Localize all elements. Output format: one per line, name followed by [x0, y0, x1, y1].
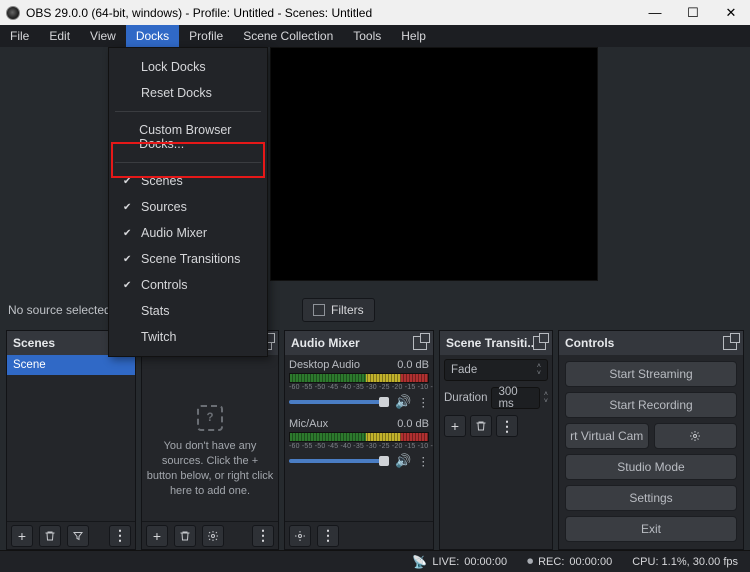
transition-select[interactable]: Fade˄˅	[444, 359, 548, 381]
meter-ticks: -60 -55 -50 -45 -40 -35 -30 -25 -20 -15 …	[289, 384, 429, 391]
remove-transition-button[interactable]	[470, 415, 492, 437]
dropdown-custom-browser-docks[interactable]: Custom Browser Docks...	[109, 117, 267, 157]
remove-scene-button[interactable]	[39, 525, 61, 547]
mixer-channel-desktop: Desktop Audio 0.0 dB -60 -55 -50 -45 -40 …	[289, 359, 429, 410]
audio-mixer-dock: Audio Mixer Desktop Audio 0.0 dB -60 -55 …	[284, 330, 434, 550]
volume-slider[interactable]	[289, 459, 389, 463]
menu-tools[interactable]: Tools	[343, 25, 391, 47]
menu-docks[interactable]: Docks	[126, 25, 179, 47]
scene-transitions-dock: Scene Transiti... Fade˄˅ Duration 300 ms…	[439, 330, 553, 550]
status-live: 📡 LIVE: 00:00:00	[412, 555, 507, 569]
menu-profile[interactable]: Profile	[179, 25, 233, 47]
dropdown-lock-docks[interactable]: Lock Docks	[109, 54, 267, 80]
menubar: File Edit View Docks Profile Scene Colle…	[0, 25, 750, 47]
meter-ticks: -60 -55 -50 -45 -40 -35 -30 -25 -20 -15 …	[289, 443, 429, 450]
volume-slider[interactable]	[289, 400, 389, 404]
status-rec: ⏺ REC: 00:00:00	[527, 554, 612, 569]
no-source-label: No source selected	[8, 303, 108, 317]
mixer-more-button[interactable]: ⋮	[317, 525, 339, 547]
scenes-dock: Scenes Scene + ⋮	[6, 330, 136, 550]
virtual-cam-settings-button[interactable]	[654, 423, 738, 449]
window-titlebar: OBS 29.0.0 (64-bit, windows) - Profile: …	[0, 0, 750, 25]
preview-canvas[interactable]	[270, 47, 598, 281]
close-button[interactable]: ✕	[712, 0, 750, 25]
menu-help[interactable]: Help	[391, 25, 436, 47]
source-more-button[interactable]: ⋮	[252, 525, 274, 547]
separator	[115, 162, 261, 163]
sources-dock: Sources ? You don't have any sources. Cl…	[141, 330, 279, 550]
start-recording-button[interactable]: Start Recording	[565, 392, 737, 418]
transition-more-button[interactable]: ⋮	[496, 415, 518, 437]
start-streaming-button[interactable]: Start Streaming	[565, 361, 737, 387]
channel-db: 0.0 dB	[397, 359, 429, 371]
dropdown-sources[interactable]: ✔Sources	[109, 194, 267, 220]
status-cpu: CPU: 1.1%, 30.00 fps	[632, 556, 738, 568]
channel-more-button[interactable]: ⋮	[418, 454, 430, 468]
maximize-button[interactable]: ☐	[674, 0, 712, 25]
popout-icon[interactable]	[413, 336, 427, 350]
filters-button[interactable]: Filters	[302, 298, 375, 322]
app-icon	[6, 6, 20, 20]
exit-button[interactable]: Exit	[565, 516, 737, 542]
sources-placeholder-text: You don't have any sources. Click the + …	[146, 439, 274, 498]
scenes-title: Scenes	[13, 336, 55, 350]
settings-button[interactable]: Settings	[565, 485, 737, 511]
controls-title: Controls	[565, 336, 614, 350]
dropdown-reset-docks[interactable]: Reset Docks	[109, 80, 267, 106]
record-icon: ⏺	[527, 554, 533, 569]
remove-source-button[interactable]	[174, 525, 196, 547]
add-transition-button[interactable]: +	[444, 415, 466, 437]
duration-input[interactable]: 300 ms	[491, 387, 539, 409]
popout-icon[interactable]	[723, 336, 737, 350]
menu-file[interactable]: File	[0, 25, 39, 47]
broadcast-icon: 📡	[412, 555, 427, 569]
docks-dropdown: Lock Docks Reset Docks Custom Browser Do…	[108, 47, 268, 357]
channel-name: Desktop Audio	[289, 359, 360, 371]
placeholder-icon: ?	[197, 405, 223, 431]
dropdown-controls[interactable]: ✔Controls	[109, 272, 267, 298]
menu-edit[interactable]: Edit	[39, 25, 80, 47]
mixer-settings-button[interactable]	[289, 525, 311, 547]
separator	[115, 111, 261, 112]
minimize-button[interactable]: —	[636, 0, 674, 25]
virtual-cam-button[interactable]: rt Virtual Cam	[565, 423, 649, 449]
dropdown-twitch[interactable]: Twitch	[109, 324, 267, 350]
channel-name: Mic/Aux	[289, 418, 328, 430]
studio-mode-button[interactable]: Studio Mode	[565, 454, 737, 480]
dropdown-audio-mixer[interactable]: ✔Audio Mixer	[109, 220, 267, 246]
source-properties-button[interactable]	[202, 525, 224, 547]
volume-meter	[289, 432, 429, 442]
speaker-icon[interactable]: 🔊	[395, 453, 411, 469]
controls-dock: Controls Start Streaming Start Recording…	[558, 330, 744, 550]
window-title: OBS 29.0.0 (64-bit, windows) - Profile: …	[26, 6, 372, 20]
mixer-title: Audio Mixer	[291, 336, 360, 350]
scene-item[interactable]: Scene	[7, 355, 135, 375]
dropdown-scene-transitions[interactable]: ✔Scene Transitions	[109, 246, 267, 272]
scene-more-button[interactable]: ⋮	[109, 525, 131, 547]
speaker-icon[interactable]: 🔊	[395, 394, 411, 410]
scene-filter-button[interactable]	[67, 525, 89, 547]
menu-view[interactable]: View	[80, 25, 126, 47]
status-bar: 📡 LIVE: 00:00:00 ⏺ REC: 00:00:00 CPU: 1.…	[0, 550, 750, 572]
dropdown-scenes[interactable]: ✔Scenes	[109, 168, 267, 194]
volume-meter	[289, 373, 429, 383]
dropdown-stats[interactable]: Stats	[109, 298, 267, 324]
add-scene-button[interactable]: +	[11, 525, 33, 547]
mixer-channel-mic: Mic/Aux 0.0 dB -60 -55 -50 -45 -40 -35 -3…	[289, 418, 429, 469]
popout-icon[interactable]	[533, 336, 546, 350]
add-source-button[interactable]: +	[146, 525, 168, 547]
transitions-title: Scene Transiti...	[446, 336, 533, 350]
menu-scene-collection[interactable]: Scene Collection	[233, 25, 343, 47]
duration-label: Duration	[444, 392, 487, 404]
channel-db: 0.0 dB	[397, 418, 429, 430]
channel-more-button[interactable]: ⋮	[418, 395, 430, 409]
filters-icon	[313, 304, 325, 316]
